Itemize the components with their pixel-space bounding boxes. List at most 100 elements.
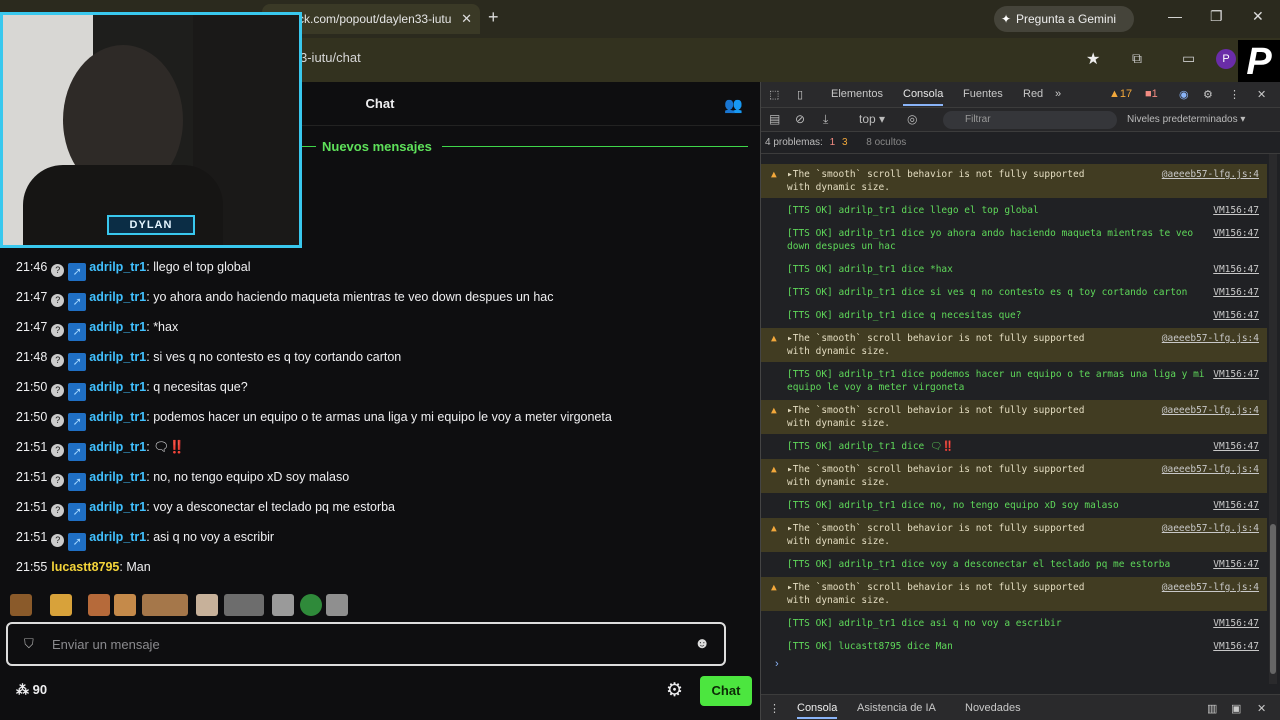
message-username[interactable]: adrilp_tr1 xyxy=(89,290,146,304)
emote[interactable] xyxy=(272,594,294,616)
log-source-link[interactable]: @aeeeb57-lfg.js:4 xyxy=(1162,581,1259,594)
new-messages-divider[interactable]: Nuevos mensajes xyxy=(300,138,750,154)
dock-icon[interactable]: ▥ xyxy=(1207,702,1217,715)
log-source-link[interactable]: VM156:47 xyxy=(1213,440,1259,453)
badge-icon[interactable]: ? xyxy=(51,444,65,457)
message-username[interactable]: lucastt8795 xyxy=(51,560,119,574)
message-username[interactable]: adrilp_tr1 xyxy=(89,380,146,394)
log-source-link[interactable]: VM156:47 xyxy=(1213,640,1259,653)
drawer-menu-icon[interactable]: ⋮ xyxy=(769,702,780,715)
badge-icon[interactable]: ? xyxy=(51,534,65,547)
badge-icon[interactable]: ? xyxy=(51,354,65,367)
log-source-link[interactable]: @aeeeb57-lfg.js:4 xyxy=(1162,168,1259,181)
sub-badge-icon[interactable]: ➚ xyxy=(68,293,87,311)
console-filter-input[interactable]: Filtrar xyxy=(943,111,1117,129)
emote-picker-icon[interactable]: ☻ xyxy=(694,635,710,652)
context-select[interactable]: top ▾ xyxy=(859,112,885,126)
window-close-icon[interactable]: ✕ xyxy=(1252,8,1264,25)
log-source-link[interactable]: @aeeeb57-lfg.js:4 xyxy=(1162,404,1259,417)
gemini-button[interactable]: ✦ Pregunta a Gemini xyxy=(994,6,1134,32)
sub-badge-icon[interactable]: ➚ xyxy=(68,413,87,431)
message-username[interactable]: adrilp_tr1 xyxy=(89,320,146,334)
log-source-link[interactable]: VM156:47 xyxy=(1213,286,1259,299)
profile-avatar[interactable]: P xyxy=(1216,49,1236,69)
channel-points[interactable]: ⁂ 90 xyxy=(16,682,47,698)
console-prompt-icon[interactable]: › xyxy=(775,658,779,670)
sub-badge-icon[interactable]: ➚ xyxy=(68,323,87,341)
filter-down-icon[interactable]: ⤓ xyxy=(823,112,828,127)
sub-badge-icon[interactable]: ➚ xyxy=(68,383,87,401)
community-icon[interactable]: 👥 xyxy=(724,96,743,114)
badge-icon[interactable]: ? xyxy=(51,264,65,277)
log-source-link[interactable]: @aeeeb57-lfg.js:4 xyxy=(1162,332,1259,345)
extensions-icon[interactable]: ⧉ xyxy=(1132,50,1142,67)
tab-network[interactable]: Red xyxy=(1023,88,1043,100)
undock-icon[interactable]: ▣ xyxy=(1231,702,1241,715)
sub-badge-icon[interactable]: ➚ xyxy=(68,503,87,521)
more-tabs-icon[interactable]: » xyxy=(1055,88,1061,100)
new-tab-icon[interactable]: + xyxy=(488,7,499,28)
sub-badge-icon[interactable]: ➚ xyxy=(68,473,87,491)
inspect-icon[interactable]: ⬚ xyxy=(769,88,779,101)
chat-settings-gear-icon[interactable]: ⚙ xyxy=(666,679,683,702)
close-drawer-icon[interactable]: ✕ xyxy=(1257,702,1266,715)
sub-badge-icon[interactable]: ➚ xyxy=(68,353,87,371)
drawer-tab-news[interactable]: Novedades xyxy=(965,702,1021,714)
message-username[interactable]: adrilp_tr1 xyxy=(89,530,146,544)
log-source-link[interactable]: VM156:47 xyxy=(1213,368,1259,381)
log-source-link[interactable]: VM156:47 xyxy=(1213,263,1259,276)
bookmark-star-icon[interactable]: ★ xyxy=(1086,49,1100,69)
message-username[interactable]: adrilp_tr1 xyxy=(89,410,146,424)
drawer-tab-ai[interactable]: Asistencia de IA xyxy=(857,702,936,714)
tab-console[interactable]: Consola xyxy=(903,88,944,106)
log-source-link[interactable]: VM156:47 xyxy=(1213,227,1259,240)
badge-icon[interactable]: ? xyxy=(51,324,65,337)
emote[interactable] xyxy=(142,594,188,616)
emote[interactable] xyxy=(224,594,264,616)
ai-assist-icon[interactable]: ◉ xyxy=(1179,88,1189,101)
url-field[interactable]: 3-iutu/chat xyxy=(300,50,361,65)
log-source-link[interactable]: @aeeeb57-lfg.js:4 xyxy=(1162,522,1259,535)
close-tab-icon[interactable]: ✕ xyxy=(461,4,472,34)
log-source-link[interactable]: @aeeeb57-lfg.js:4 xyxy=(1162,463,1259,476)
tab-sources[interactable]: Fuentes xyxy=(963,88,1003,100)
emote[interactable] xyxy=(196,594,218,616)
device-toggle-icon[interactable]: ▯ xyxy=(797,88,803,101)
send-chat-button[interactable]: Chat xyxy=(700,676,752,706)
close-devtools-icon[interactable]: ✕ xyxy=(1257,88,1266,101)
log-source-link[interactable]: VM156:47 xyxy=(1213,309,1259,322)
message-username[interactable]: adrilp_tr1 xyxy=(89,350,146,364)
message-username[interactable]: adrilp_tr1 xyxy=(89,500,146,514)
log-source-link[interactable]: VM156:47 xyxy=(1213,558,1259,571)
log-source-link[interactable]: VM156:47 xyxy=(1213,499,1259,512)
sub-badge-icon[interactable]: ➚ xyxy=(68,443,87,461)
emote[interactable] xyxy=(300,594,322,616)
restore-icon[interactable]: ❐ xyxy=(1210,8,1223,25)
minimize-icon[interactable]: — xyxy=(1168,8,1182,24)
scrollbar-thumb[interactable] xyxy=(1270,524,1276,674)
emote[interactable] xyxy=(326,594,348,616)
badge-icon[interactable]: ? xyxy=(51,504,65,517)
clear-console-icon[interactable]: ⊘ xyxy=(795,112,805,126)
log-source-link[interactable]: VM156:47 xyxy=(1213,204,1259,217)
message-username[interactable]: adrilp_tr1 xyxy=(89,440,146,454)
sub-badge-icon[interactable]: ➚ xyxy=(68,533,87,551)
emote[interactable] xyxy=(114,594,136,616)
log-source-link[interactable]: VM156:47 xyxy=(1213,617,1259,630)
emote[interactable] xyxy=(88,594,110,616)
emote[interactable] xyxy=(50,594,72,616)
cast-icon[interactable]: ▭ xyxy=(1182,50,1195,67)
badge-icon[interactable]: ? xyxy=(51,294,65,307)
emote[interactable] xyxy=(10,594,32,616)
sub-badge-icon[interactable]: ➚ xyxy=(68,263,87,281)
sidebar-toggle-icon[interactable]: ▤ xyxy=(769,112,780,126)
log-levels-dropdown[interactable]: Niveles predeterminados ▾ xyxy=(1127,114,1245,125)
more-options-icon[interactable]: ⋮ xyxy=(1229,88,1240,101)
badge-icon[interactable]: ? xyxy=(51,414,65,427)
message-username[interactable]: adrilp_tr1 xyxy=(89,470,146,484)
live-expression-eye-icon[interactable]: ◎ xyxy=(907,112,917,126)
console-scrollbar[interactable] xyxy=(1269,154,1277,684)
badge-icon[interactable]: ? xyxy=(51,474,65,487)
settings-gear-icon[interactable]: ⚙ xyxy=(1203,88,1213,101)
errors-badge[interactable]: ■1 xyxy=(1145,88,1158,100)
